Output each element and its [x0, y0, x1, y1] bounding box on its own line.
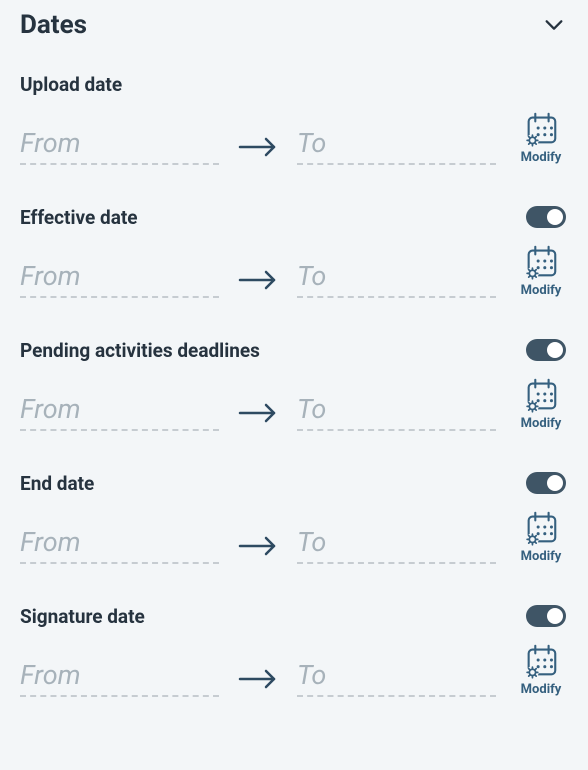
signature-date-to-input[interactable] [297, 659, 496, 697]
section-end-date: End date Modify [20, 461, 568, 594]
arrow-right-icon [237, 401, 279, 431]
pending-deadlines-to-input[interactable] [297, 393, 496, 431]
effective-date-label: Effective date [20, 206, 138, 229]
end-date-from-input[interactable] [20, 526, 219, 564]
panel-title: Dates [20, 10, 87, 40]
arrow-right-icon [237, 667, 279, 697]
from-field-wrapper [20, 526, 219, 564]
to-field-wrapper [297, 393, 496, 431]
upload-date-from-input[interactable] [20, 127, 219, 165]
section-header: Effective date [20, 203, 568, 231]
chevron-down-icon[interactable] [540, 14, 568, 36]
modify-label: Modify [521, 150, 562, 165]
modify-label: Modify [521, 682, 562, 697]
pending-deadlines-label: Pending activities deadlines [20, 339, 260, 362]
to-field-wrapper [297, 127, 496, 165]
calendar-gear-icon [521, 243, 561, 281]
upload-date-to-input[interactable] [297, 127, 496, 165]
pending-deadlines-from-input[interactable] [20, 393, 219, 431]
date-range-row: Modify [20, 642, 568, 697]
toggle-knob [547, 209, 563, 225]
to-field-wrapper [297, 526, 496, 564]
date-range-row: Modify [20, 243, 568, 298]
date-range-row: Modify [20, 110, 568, 165]
calendar-gear-icon [521, 376, 561, 414]
signature-date-modify-button[interactable]: Modify [514, 642, 568, 697]
section-effective-date: Effective date Modify [20, 195, 568, 328]
upload-date-modify-button[interactable]: Modify [514, 110, 568, 165]
arrow-right-icon [237, 135, 279, 165]
section-header: Pending activities deadlines [20, 336, 568, 364]
modify-label: Modify [521, 549, 562, 564]
modify-label: Modify [521, 283, 562, 298]
arrow-right-icon [237, 268, 279, 298]
toggle-knob [547, 342, 563, 358]
from-field-wrapper [20, 127, 219, 165]
calendar-gear-icon [521, 110, 561, 148]
upload-date-label: Upload date [20, 73, 122, 96]
modify-label: Modify [521, 416, 562, 431]
pending-deadlines-toggle[interactable] [526, 339, 566, 361]
from-field-wrapper [20, 260, 219, 298]
from-field-wrapper [20, 393, 219, 431]
effective-date-to-input[interactable] [297, 260, 496, 298]
pending-deadlines-modify-button[interactable]: Modify [514, 376, 568, 431]
end-date-modify-button[interactable]: Modify [514, 509, 568, 564]
calendar-gear-icon [521, 642, 561, 680]
dates-panel: Dates Upload date Modify [0, 0, 588, 747]
effective-date-modify-button[interactable]: Modify [514, 243, 568, 298]
effective-date-toggle[interactable] [526, 206, 566, 228]
calendar-gear-icon [521, 509, 561, 547]
signature-date-label: Signature date [20, 605, 145, 628]
to-field-wrapper [297, 260, 496, 298]
section-pending-deadlines: Pending activities deadlines Modify [20, 328, 568, 461]
date-range-row: Modify [20, 376, 568, 431]
toggle-knob [547, 475, 563, 491]
section-header: Upload date [20, 70, 568, 98]
end-date-to-input[interactable] [297, 526, 496, 564]
to-field-wrapper [297, 659, 496, 697]
effective-date-from-input[interactable] [20, 260, 219, 298]
end-date-label: End date [20, 472, 94, 495]
section-upload-date: Upload date Modify [20, 62, 568, 195]
end-date-toggle[interactable] [526, 472, 566, 494]
from-field-wrapper [20, 659, 219, 697]
section-signature-date: Signature date Modify [20, 594, 568, 727]
signature-date-toggle[interactable] [526, 605, 566, 627]
section-header: End date [20, 469, 568, 497]
section-header: Signature date [20, 602, 568, 630]
toggle-knob [547, 608, 563, 624]
date-range-row: Modify [20, 509, 568, 564]
panel-header: Dates [20, 10, 568, 62]
arrow-right-icon [237, 534, 279, 564]
signature-date-from-input[interactable] [20, 659, 219, 697]
